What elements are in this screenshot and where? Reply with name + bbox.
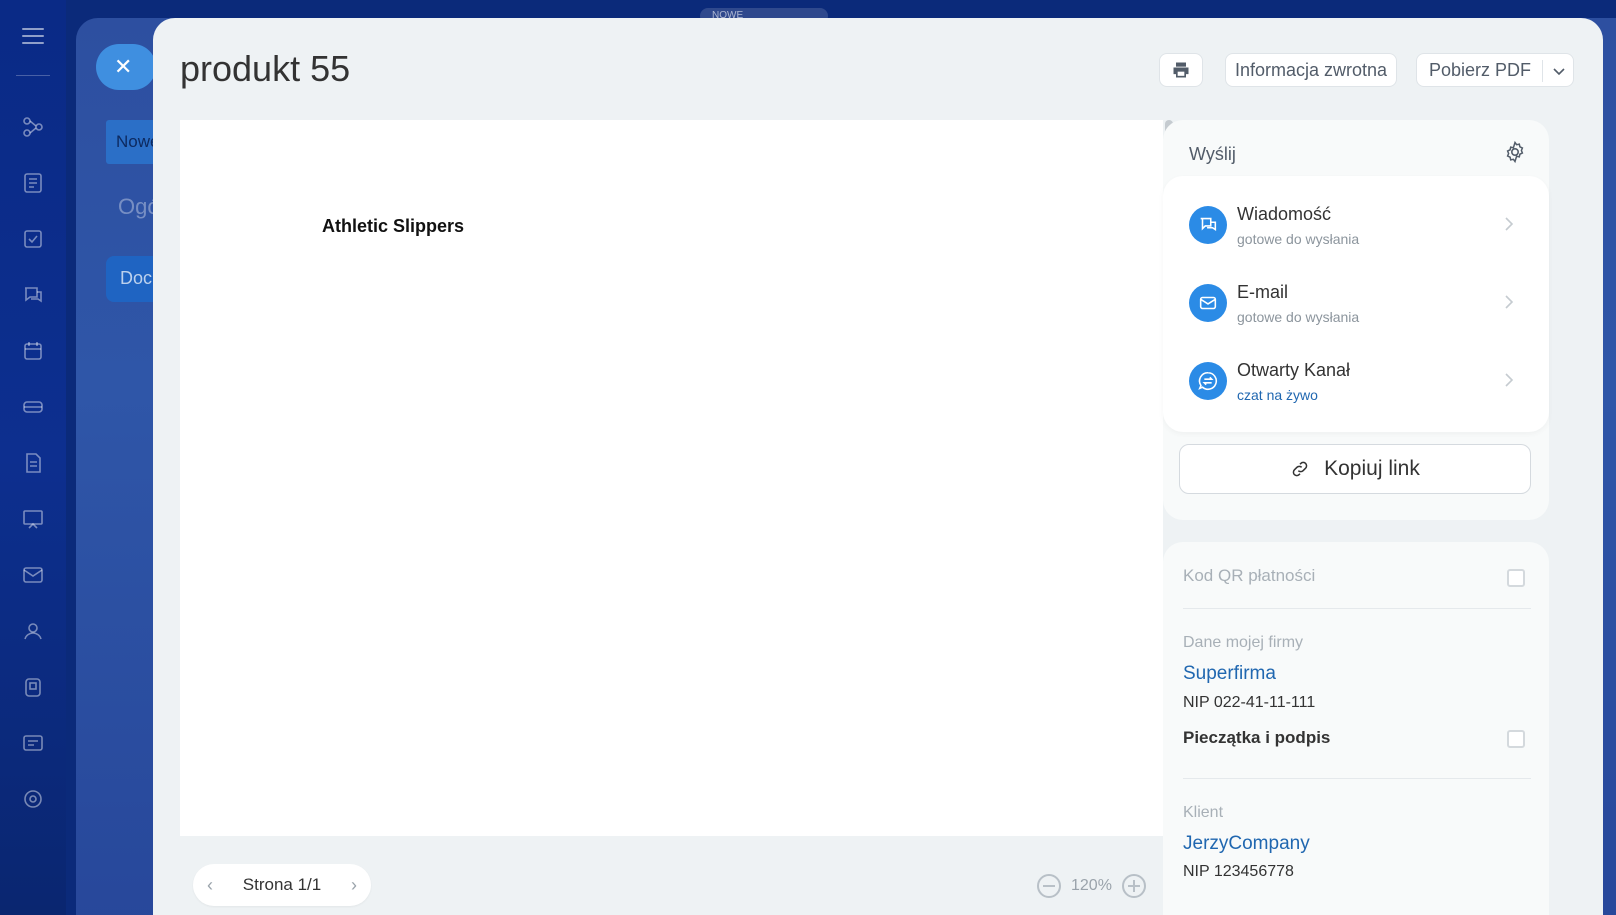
left-rail — [0, 0, 66, 915]
qr-code-label: Kod QR płatności — [1183, 566, 1316, 585]
zoom-control: 120% — [1037, 874, 1146, 898]
download-pdf-label: Pobierz PDF — [1429, 59, 1532, 80]
tasks-icon[interactable] — [18, 224, 48, 254]
feed-icon[interactable] — [18, 168, 48, 198]
sites-icon[interactable] — [18, 504, 48, 534]
close-slider-button[interactable]: ✕ — [96, 44, 156, 90]
send-option-subtitle: gotowe do wysłania — [1237, 231, 1360, 247]
drive-icon[interactable] — [18, 392, 48, 422]
send-label: Wyślij — [1189, 144, 1236, 164]
close-icon: ✕ — [114, 54, 133, 79]
copy-link-label: Kopiuj link — [1324, 457, 1420, 480]
page-label: Strona 1/1 — [242, 875, 322, 894]
email-icon — [1189, 284, 1227, 322]
mail-icon[interactable] — [18, 560, 48, 590]
my-company-label: Dane mojej firmy — [1183, 634, 1304, 651]
store-icon[interactable] — [18, 672, 48, 702]
page-title: produkt 55 — [180, 48, 351, 89]
stamp-signature-label: Pieczątka i podpis — [1183, 728, 1331, 747]
client-link[interactable]: JerzyCompany — [1183, 833, 1310, 855]
zoom-in-icon[interactable] — [1121, 874, 1146, 898]
send-option-title: Otwarty Kanał — [1237, 360, 1351, 380]
button-divider — [1542, 60, 1543, 82]
stamp-signature-checkbox[interactable] — [1507, 730, 1525, 748]
chevron-down-icon[interactable] — [1549, 61, 1569, 81]
printer-icon — [1173, 62, 1189, 78]
send-option-open-channel[interactable]: Otwarty Kanał czat na żywo — [1163, 332, 1549, 410]
message-icon — [1189, 206, 1227, 244]
send-option-subtitle[interactable]: czat na żywo — [1237, 387, 1318, 403]
client-nip: NIP 123456778 — [1183, 863, 1294, 880]
send-option-title: Wiadomość — [1237, 204, 1332, 224]
client-label: Klient — [1183, 804, 1224, 821]
send-option-message[interactable]: Wiadomość gotowe do wysłania — [1163, 176, 1549, 254]
download-pdf-button[interactable]: Pobierz PDF — [1416, 53, 1574, 87]
send-option-email[interactable]: E-mail gotowe do wysłania — [1163, 254, 1549, 332]
link-icon — [1292, 461, 1308, 477]
send-option-title: E-mail — [1237, 282, 1289, 302]
chevron-right-icon — [1505, 295, 1514, 309]
send-options: Wiadomość gotowe do wysłania E-mail goto… — [1163, 176, 1549, 432]
page-navigator: ‹ Strona 1/1 › — [193, 864, 371, 906]
my-company-nip: NIP 022-41-11-111 — [1183, 694, 1316, 711]
my-company-link[interactable]: Superfirma — [1183, 663, 1276, 685]
open-channel-icon — [1189, 362, 1227, 400]
chevron-right-icon — [1505, 373, 1514, 387]
docs-icon[interactable] — [18, 448, 48, 478]
divider — [1183, 778, 1531, 779]
document-preview: Athletic Slippers — [180, 120, 1163, 836]
zoom-out-icon[interactable] — [1037, 874, 1061, 898]
document-settings-panel: Kod QR płatności Dane mojej firmy Superf… — [1163, 542, 1549, 915]
chevron-right-icon — [1505, 217, 1514, 231]
send-option-subtitle: gotowe do wysłania — [1237, 309, 1360, 325]
copy-link-button[interactable]: Kopiuj link — [1179, 444, 1531, 494]
menu-icon[interactable] — [22, 28, 44, 44]
prev-page-icon[interactable]: ‹ — [207, 875, 213, 896]
feedback-button[interactable]: Informacja zwrotna — [1225, 53, 1397, 87]
qr-code-checkbox[interactable] — [1507, 569, 1525, 587]
cards-icon[interactable] — [18, 728, 48, 758]
document-slider: produkt 55 Informacja zwrotna Pobierz PD… — [153, 18, 1603, 915]
send-panel: Wyślij Wiadomość gotowe do wysłania E-ma… — [1163, 120, 1549, 520]
zoom-level: 120% — [1071, 877, 1112, 894]
next-page-icon[interactable]: › — [351, 875, 357, 896]
divider — [1183, 608, 1531, 609]
gear-icon[interactable] — [1503, 140, 1527, 164]
calendar-icon[interactable] — [18, 336, 48, 366]
flow-icon[interactable] — [18, 112, 48, 142]
preview-heading: Athletic Slippers — [322, 216, 465, 236]
contacts-icon[interactable] — [18, 616, 48, 646]
goals-icon[interactable] — [18, 784, 48, 814]
print-button[interactable] — [1159, 53, 1203, 87]
rail-divider — [16, 75, 50, 76]
chat-icon[interactable] — [18, 280, 48, 310]
